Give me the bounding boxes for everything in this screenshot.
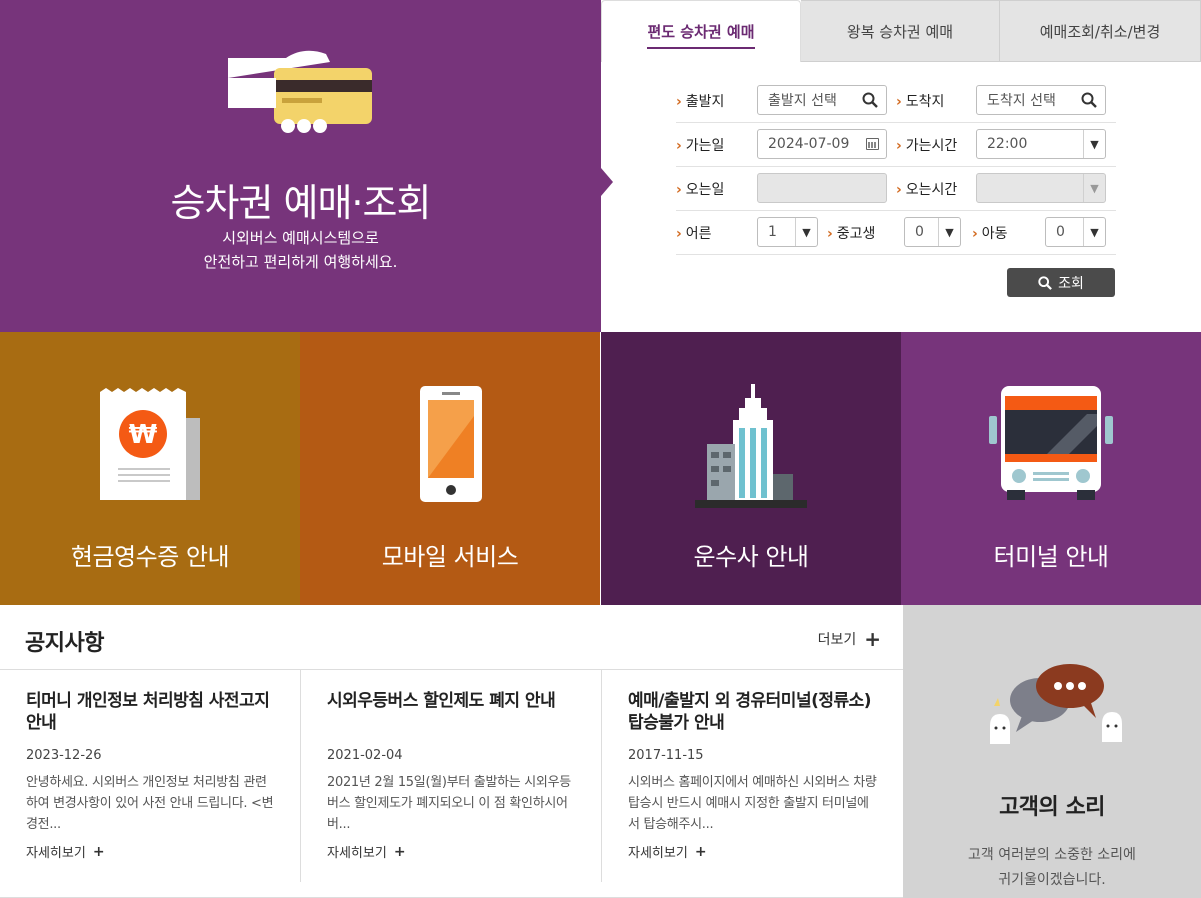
notice-headline: 티머니 개인정보 처리방침 사전고지 안내 bbox=[26, 691, 270, 733]
child-label: 아동 bbox=[972, 223, 1008, 243]
search-icon bbox=[1081, 92, 1097, 108]
adult-count-select[interactable]: 1 ▼ bbox=[757, 217, 818, 247]
voc-description: 고객 여러분의 소중한 소리에 귀기울이겠습니다. bbox=[968, 847, 1136, 888]
go-time-label: 가는시간 bbox=[896, 135, 958, 155]
plus-icon: + bbox=[393, 843, 406, 860]
tab-one-way[interactable]: 편도 승차권 예매 bbox=[601, 0, 801, 62]
arrival-label: 도착지 bbox=[896, 91, 945, 111]
notice-date: 2021-02-04 bbox=[327, 748, 403, 763]
hero-title: 승차권 예매·조회 bbox=[170, 181, 432, 225]
return-time-label: 오는시간 bbox=[896, 179, 958, 199]
student-label: 중고생 bbox=[827, 223, 876, 243]
notice-summary: 시외버스 홈페이지에서 예매하신 시외버스 차량탑승시 반드시 예매시 지정한 … bbox=[628, 775, 877, 832]
plus-icon: + bbox=[864, 627, 881, 651]
chevron-down-icon: ▼ bbox=[1083, 174, 1105, 202]
plus-icon: + bbox=[694, 843, 707, 860]
chevron-down-icon: ▼ bbox=[1083, 130, 1105, 158]
return-date-input[interactable] bbox=[757, 173, 887, 203]
tile-label: 모바일 서비스 bbox=[381, 543, 519, 571]
notice-title: 공지사항 bbox=[25, 631, 104, 656]
go-date-label: 가는일 bbox=[676, 135, 725, 155]
search-button[interactable]: 조회 bbox=[1007, 268, 1115, 297]
search-icon bbox=[1038, 275, 1053, 290]
tile-terminal[interactable]: 터미널 안내 bbox=[901, 332, 1201, 605]
form-row-go: 가는일 2024-07-09 가는시간 22:00 ▼ bbox=[676, 123, 1116, 167]
notice-summary: 2021년 2월 15일(월)부터 출발하는 시외우등버스 할인제도가 폐지되오… bbox=[327, 775, 571, 832]
detail-link[interactable]: 자세히보기 + bbox=[327, 842, 406, 862]
building-icon bbox=[695, 384, 807, 508]
departure-field[interactable]: 출발지 선택 bbox=[757, 85, 887, 115]
tile-cash-receipt[interactable]: ₩ 현금영수증 안내 bbox=[0, 332, 300, 605]
departure-label: 출발지 bbox=[676, 91, 725, 111]
payment-card-icon bbox=[228, 50, 372, 133]
smartphone-icon bbox=[420, 386, 482, 502]
notice-date: 2023-12-26 bbox=[26, 748, 102, 763]
receipt-icon: ₩ bbox=[100, 388, 200, 500]
speech-bubbles-icon bbox=[990, 664, 1122, 744]
detail-link[interactable]: 자세히보기 + bbox=[26, 842, 105, 862]
svg-text:₩: ₩ bbox=[129, 420, 158, 450]
chevron-down-icon: ▼ bbox=[938, 218, 960, 246]
more-link[interactable]: 더보기 + bbox=[818, 629, 881, 649]
tile-bus-company[interactable]: 운수사 안내 bbox=[601, 332, 901, 605]
detail-link[interactable]: 자세히보기 + bbox=[628, 842, 707, 862]
return-time-select[interactable]: ▼ bbox=[976, 173, 1106, 203]
notice-card[interactable]: 시외우등버스 할인제도 폐지 안내 2021-02-04 2021년 2월 15… bbox=[301, 670, 602, 882]
form-row-passengers: 어른 1 ▼ 중고생 0 ▼ 아동 0 ▼ bbox=[676, 211, 1116, 255]
chevron-down-icon: ▼ bbox=[1083, 218, 1105, 246]
hero-pointer bbox=[601, 168, 613, 196]
notice-headline: 예매/출발지 외 경유터미널(정류소) 탑승불가 안내 bbox=[628, 691, 872, 733]
form-row-return: 오는일 오는시간 ▼ bbox=[676, 167, 1116, 211]
notice-summary: 안녕하세요. 시외버스 개인정보 처리방침 관련하여 변경사항이 있어 사전 안… bbox=[26, 775, 274, 832]
student-count-select[interactable]: 0 ▼ bbox=[904, 217, 961, 247]
tile-label: 운수사 안내 bbox=[693, 543, 809, 571]
search-icon bbox=[862, 92, 878, 108]
booking-panel: 편도 승차권 예매 왕복 승차권 예매 예매조회/취소/변경 출발지 출발지 선… bbox=[601, 0, 1201, 332]
notice-section: 공지사항 더보기 + 티머니 개인정보 처리방침 사전고지 안내 2023-12… bbox=[0, 605, 903, 898]
notice-list: 티머니 개인정보 처리방침 사전고지 안내 2023-12-26 안녕하세요. … bbox=[0, 669, 903, 882]
booking-tabs: 편도 승차권 예매 왕복 승차권 예매 예매조회/취소/변경 bbox=[601, 0, 1201, 62]
notice-card[interactable]: 예매/출발지 외 경유터미널(정류소) 탑승불가 안내 2017-11-15 시… bbox=[602, 670, 903, 882]
bus-icon bbox=[989, 386, 1113, 500]
hero-subtitle: 시외버스 예매시스템으로 안전하고 편리하게 여행하세요. bbox=[203, 229, 398, 271]
tile-label: 현금영수증 안내 bbox=[70, 543, 230, 571]
plus-icon: + bbox=[92, 843, 105, 860]
chevron-down-icon: ▼ bbox=[795, 218, 817, 246]
notice-card[interactable]: 티머니 개인정보 처리방침 사전고지 안내 2023-12-26 안녕하세요. … bbox=[0, 670, 301, 882]
notice-headline: 시외우등버스 할인제도 폐지 안내 bbox=[327, 691, 556, 711]
tile-label: 터미널 안내 bbox=[993, 543, 1109, 571]
adult-label: 어른 bbox=[676, 223, 712, 243]
form-row-route: 출발지 출발지 선택 도착지 도착지 선택 bbox=[676, 79, 1116, 123]
arrival-field[interactable]: 도착지 선택 bbox=[976, 85, 1106, 115]
calendar-icon bbox=[866, 138, 879, 150]
hero-banner: 승차권 예매·조회 시외버스 예매시스템으로 안전하고 편리하게 여행하세요. bbox=[0, 0, 601, 332]
tab-lookup-cancel[interactable]: 예매조회/취소/변경 bbox=[1000, 0, 1201, 62]
notice-date: 2017-11-15 bbox=[628, 748, 704, 763]
child-count-select[interactable]: 0 ▼ bbox=[1045, 217, 1106, 247]
tile-mobile-service[interactable]: 모바일 서비스 bbox=[300, 332, 600, 605]
voc-title: 고객의 소리 bbox=[999, 795, 1105, 820]
go-time-select[interactable]: 22:00 ▼ bbox=[976, 129, 1106, 159]
go-date-input[interactable]: 2024-07-09 bbox=[757, 129, 887, 159]
return-date-label: 오는일 bbox=[676, 179, 725, 199]
customer-voice-panel[interactable]: 고객의 소리 고객 여러분의 소중한 소리에 귀기울이겠습니다. bbox=[903, 605, 1201, 898]
booking-form: 출발지 출발지 선택 도착지 도착지 선택 가는일 2024-07-09 가는시… bbox=[676, 79, 1116, 255]
tab-round-trip[interactable]: 왕복 승차권 예매 bbox=[801, 0, 1000, 62]
